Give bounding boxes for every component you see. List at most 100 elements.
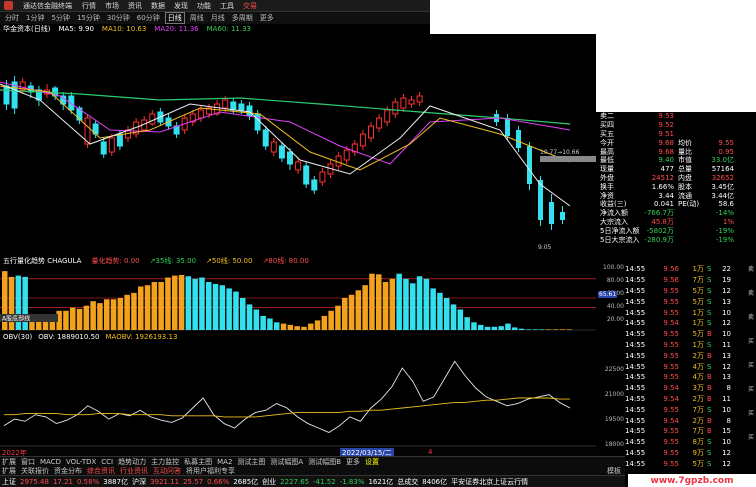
indicator1-bar-35 [240,298,246,330]
info-tab-3[interactable]: 综合资讯 [87,466,115,476]
quote-value2: 0.95 [718,147,734,156]
period-button-9[interactable]: 多周期 [230,13,255,23]
trade-volume: 7 [692,405,697,414]
total-label: 总成交 [397,477,419,486]
info-tab-5[interactable]: 互动问答 [153,466,181,476]
trade-time: 14:55 [625,276,646,285]
timeline: 2022年 2022/03/15/二 4 [0,448,600,458]
candle2-6 [560,212,565,220]
period-button-3[interactable]: 15分钟 [75,13,102,23]
trade-row: 14:55 9.55 9 万 S 12 [625,448,747,459]
indicator-tab-12[interactable]: 更多 [346,457,360,467]
indicator1-bar-76 [518,328,525,330]
ma5-label: MA5: 9.90 [58,25,94,33]
trade-time: 14:55 [625,286,646,295]
trade-price: 9.55 [663,362,679,371]
period-button-2[interactable]: 5分钟 [49,13,71,23]
cy-label[interactable]: 创业 [262,477,276,487]
trade-row: 14:55 9.56 1 万 S 22 [625,264,747,275]
quote-value2: 33.0亿 [711,156,734,165]
menu-item-0[interactable]: 行情 [82,1,96,11]
indicator-tab-11[interactable]: 测试幅图B [308,457,341,467]
trade-unit: 万 [697,265,704,274]
indicator1-bar-42 [287,324,294,330]
candle-42 [343,149,350,161]
indicator-tab-3[interactable]: VOL-TDX [66,458,96,466]
candle-31 [254,113,261,131]
period-button-7[interactable]: 周线 [188,13,206,23]
sz-pct: 0.66% [207,477,230,486]
info-tab-4[interactable]: 行业资讯 [120,466,148,476]
trade-unit: 万 [697,308,704,317]
candle-30 [246,105,253,117]
indicator1-label-3: ↗80线: 80.00 [262,257,309,265]
cy-amount: 1621亿 [368,477,394,486]
indicator1-bar-64 [437,292,443,330]
period-button-6[interactable]: 日线 [164,12,185,24]
trade-count: 12 [722,448,731,457]
trade-unit: 万 [697,405,704,414]
trade-unit: 万 [697,448,704,457]
trade-count: 22 [722,265,731,274]
trade-count: 10 [722,438,731,447]
obv-tick-2: 19500 [604,416,624,423]
period-button-1[interactable]: 1分钟 [24,13,46,23]
sh-label[interactable]: 上证 [2,477,16,487]
menu-item-1[interactable]: 市场 [105,1,119,11]
quote-value: 9.68 [658,147,674,156]
menu-item-7[interactable]: 交易 [243,1,257,11]
trade-list[interactable]: 14:55 9.56 1 万 S 22 14:55 9.56 7 万 S 19 14:55 9.55 5 万 S… [625,264,747,487]
obv-chart[interactable] [0,342,600,448]
trade-volume: 2 [692,394,697,403]
indicator1-legend: 五行量化趋势 CHAGULA 量化趋势: 0.00 ↗35线: 35.00 ↗5… [0,256,600,266]
indicator-tab-8[interactable]: MA2 [217,458,232,466]
info-tab-2[interactable]: 资金分布 [54,466,82,476]
indicator1-bar-29 [199,277,205,330]
indicator1-bar-34 [233,291,239,330]
indicator-tab-10[interactable]: 测试幅图A [270,457,303,467]
info-tab-6[interactable]: 将用户福利专享 [186,466,235,476]
trade-price: 9.54 [663,416,679,425]
indicator1-bar-70 [478,324,484,330]
period-button-8[interactable]: 月线 [209,13,227,23]
indicator1-tick-1: 80.00 [606,277,624,284]
indicator-tab-4[interactable]: CCI [101,458,113,466]
trade-volume: 7 [692,427,697,436]
indicator-tab-2[interactable]: MACD [40,458,61,466]
period-button-10[interactable]: 更多 [258,13,276,23]
period-button-4[interactable]: 30分钟 [105,13,132,23]
indicator-tab-9[interactable]: 测试主图 [237,457,265,467]
sh-pct: 0.58% [77,477,100,486]
menu-item-5[interactable]: 功能 [197,1,211,11]
info-tab-1[interactable]: 关联报价 [21,466,49,476]
quote-value: 0.041 [653,200,674,209]
app-title: 通达信金融终端 [23,1,72,10]
candlestick-chart[interactable]: 10.77→10.66 9.05 [0,34,596,256]
menu-item-3[interactable]: 数据 [151,1,165,11]
indicator-tab-13[interactable]: 设置 [365,457,379,467]
trade-side: B [707,427,712,436]
template-tab[interactable]: 模板 [607,466,621,476]
info-tab-0[interactable]: 扩展 [2,466,16,476]
ma20-label: MA20: 11.36 [154,25,199,33]
menu-item-4[interactable]: 发现 [174,1,188,11]
indicator1-bar-21 [144,285,151,330]
menu-item-6[interactable]: 工具 [220,1,234,11]
trade-price: 9.55 [663,340,679,349]
menu-item-2[interactable]: 资讯 [128,1,142,11]
server-name[interactable]: 平安证券北京上证云行情 [451,477,528,487]
trade-side: S [707,265,712,274]
quote-value: 9.68 [658,138,674,147]
trade-unit: 万 [697,416,704,425]
period-button-5[interactable]: 60分钟 [135,13,162,23]
title-bar: 通达信金融终端 行情 市场 资讯 数据 发现 功能 工具 交易 [0,0,430,12]
trade-count: 13 [722,351,731,360]
trade-volume: 9 [692,448,697,457]
sz-label[interactable]: 沪深 [132,477,146,487]
trade-unit: 万 [697,362,704,371]
indicator1-bar-51 [348,294,355,330]
trade-price: 9.54 [663,319,679,328]
period-button-0[interactable]: 分时 [3,13,21,23]
indicator1-chart[interactable]: A股底部线 [0,266,600,332]
trade-row: 14:55 9.55 5 万 S 12 [625,286,747,297]
